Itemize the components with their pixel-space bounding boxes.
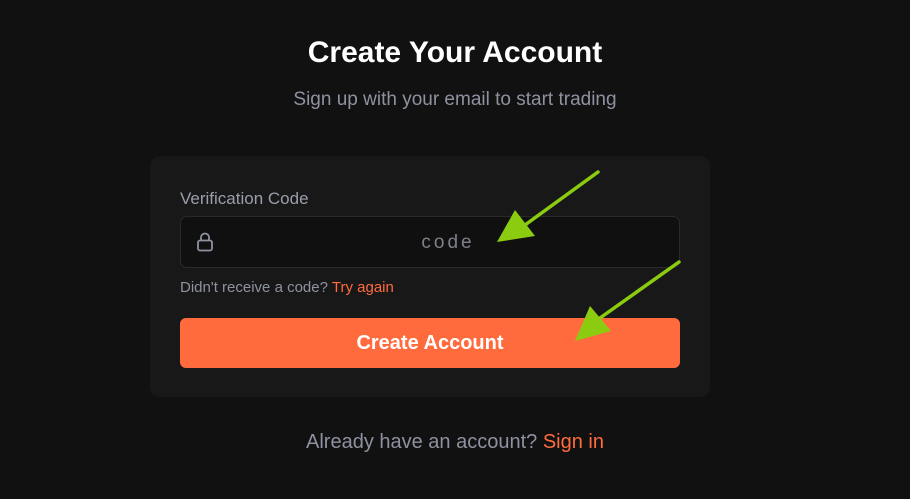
signup-card: Verification Code Didn't receive a code?… <box>150 156 710 397</box>
verification-code-input[interactable] <box>226 217 670 269</box>
page-subtitle: Sign up with your email to start trading <box>293 89 617 110</box>
verification-code-label: Verification Code <box>180 189 309 208</box>
page-title: Create Your Account <box>307 36 603 69</box>
verification-code-field[interactable] <box>180 216 680 269</box>
try-again-link[interactable]: Try again <box>332 279 394 296</box>
signup-page: Create Your Account Sign up with your em… <box>0 0 910 499</box>
create-account-button[interactable]: Create Account <box>180 318 680 368</box>
signin-prompt: Already have an account? <box>306 431 538 453</box>
resend-code-row: Didn't receive a code? Try again <box>180 279 394 296</box>
lock-icon <box>196 232 214 252</box>
resend-prompt: Didn't receive a code? <box>180 279 328 296</box>
signin-row: Already have an account? Sign in <box>0 431 910 454</box>
signin-link[interactable]: Sign in <box>543 431 604 453</box>
